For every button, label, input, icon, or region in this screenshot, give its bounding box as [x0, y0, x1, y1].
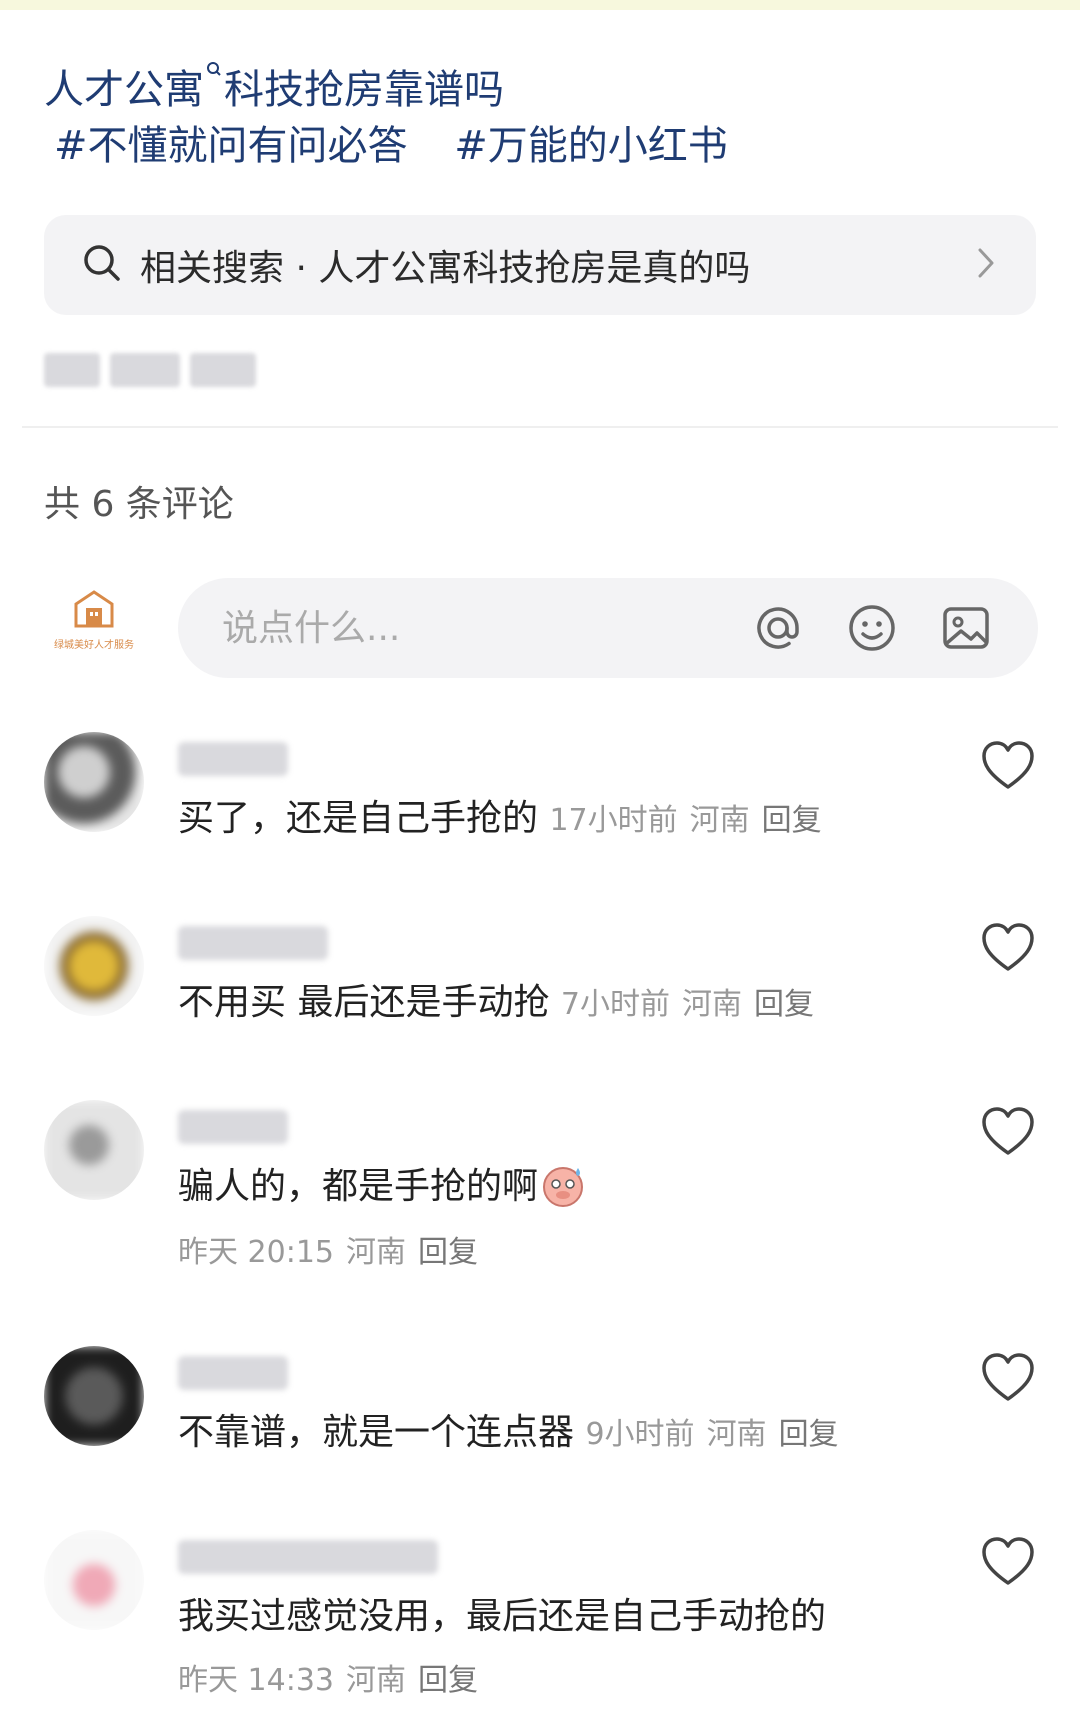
- comment-meta: 昨天 20:15 河南 回复: [178, 1228, 490, 1278]
- avatar[interactable]: [44, 732, 144, 832]
- hashtag-row: #不懂就问有问必答 #万能的小红书: [54, 114, 762, 178]
- comment-input[interactable]: [222, 607, 712, 649]
- comment-body: 不靠谱，就是一个连点器 9小时前 河南 回复: [178, 1406, 978, 1462]
- divider: [22, 426, 1058, 428]
- chevron-right-icon: [976, 246, 996, 284]
- image-icon[interactable]: [938, 600, 994, 656]
- at-icon[interactable]: [750, 600, 806, 656]
- avatar[interactable]: [44, 1346, 144, 1446]
- related-search-bar[interactable]: 相关搜索 · 人才公寓科技抢房是真的吗: [44, 215, 1036, 315]
- heart-icon[interactable]: [980, 740, 1036, 792]
- comment-meta: 9小时前 河南 回复: [585, 1417, 850, 1452]
- post-title: 人才公寓 科技抢房靠谱吗: [44, 44, 504, 122]
- avatar[interactable]: [44, 1100, 144, 1200]
- hashtag-link[interactable]: #不懂就问有问必答: [54, 123, 408, 169]
- username-redacted[interactable]: [178, 1540, 438, 1574]
- comment-location: 河南: [346, 1235, 406, 1270]
- heart-icon[interactable]: [980, 922, 1036, 974]
- search-small-icon[interactable]: [206, 62, 222, 86]
- comment-body: 买了，还是自己手抢的 17小时前 河南 回复: [178, 792, 978, 848]
- heart-icon[interactable]: [980, 1106, 1036, 1158]
- post-title-part1: 人才公寓: [44, 67, 204, 113]
- reply-button[interactable]: 回复: [762, 803, 822, 838]
- comment-compose-box[interactable]: [178, 578, 1038, 678]
- comment-meta: 昨天 14:33 河南 回复: [178, 1656, 490, 1706]
- emoji-icon[interactable]: [844, 600, 900, 656]
- comment-body: 不用买 最后还是手动抢 7小时前 河南 回复: [178, 976, 978, 1032]
- comment-time: 9小时前: [585, 1417, 695, 1452]
- heart-icon[interactable]: [980, 1536, 1036, 1588]
- comment-body: 我买过感觉没用，最后还是自己手动抢的: [178, 1590, 978, 1644]
- username-redacted[interactable]: [178, 1356, 288, 1390]
- related-search-label: 相关搜索 · 人才公寓科技抢房是真的吗: [140, 248, 751, 289]
- logo-text: 绿城美好人才服务: [54, 640, 134, 651]
- username-redacted[interactable]: [178, 742, 288, 776]
- reply-button[interactable]: 回复: [779, 1417, 839, 1452]
- top-strip: [0, 0, 1080, 10]
- comment-count: 共 6 条评论: [44, 484, 234, 525]
- post-date-redacted: [44, 353, 274, 389]
- avatar[interactable]: [44, 1530, 144, 1630]
- comment-time: 17小时前: [549, 803, 678, 838]
- reply-button[interactable]: 回复: [418, 1663, 478, 1698]
- comment-meta: 17小时前 河南 回复: [549, 803, 833, 838]
- post-title-part2: 科技抢房靠谱吗: [224, 67, 504, 113]
- comment-body: 骗人的，都是手抢的啊: [178, 1160, 978, 1214]
- comment-text: 买了，还是自己手抢的: [178, 798, 539, 839]
- hashtag-link[interactable]: #万能的小红书: [454, 123, 728, 169]
- sweating-pig-emoji: [540, 1162, 586, 1208]
- comment-text: 不用买 最后还是手动抢: [178, 982, 550, 1023]
- reply-button[interactable]: 回复: [754, 987, 814, 1022]
- comment-time: 昨天 14:33: [178, 1663, 334, 1698]
- username-redacted[interactable]: [178, 1110, 288, 1144]
- comment-meta: 7小时前 河南 回复: [561, 987, 826, 1022]
- avatar[interactable]: [44, 916, 144, 1016]
- comment-time: 昨天 20:15: [178, 1235, 334, 1270]
- reply-button[interactable]: 回复: [418, 1235, 478, 1270]
- comment-time: 7小时前: [560, 987, 670, 1022]
- comment-location: 河南: [689, 803, 750, 838]
- user-logo-avatar: 绿城美好人才服务: [44, 590, 144, 670]
- username-redacted[interactable]: [178, 926, 328, 960]
- comment-text: 不靠谱，就是一个连点器: [178, 1412, 575, 1453]
- comment-text: 我买过感觉没用，最后还是自己手动抢的: [178, 1596, 827, 1637]
- comment-text: 骗人的，都是手抢的啊: [178, 1166, 539, 1207]
- comment-location: 河南: [682, 987, 742, 1022]
- heart-icon[interactable]: [980, 1352, 1036, 1404]
- search-icon: [82, 243, 122, 287]
- comment-location: 河南: [346, 1663, 406, 1698]
- comment-location: 河南: [706, 1417, 767, 1452]
